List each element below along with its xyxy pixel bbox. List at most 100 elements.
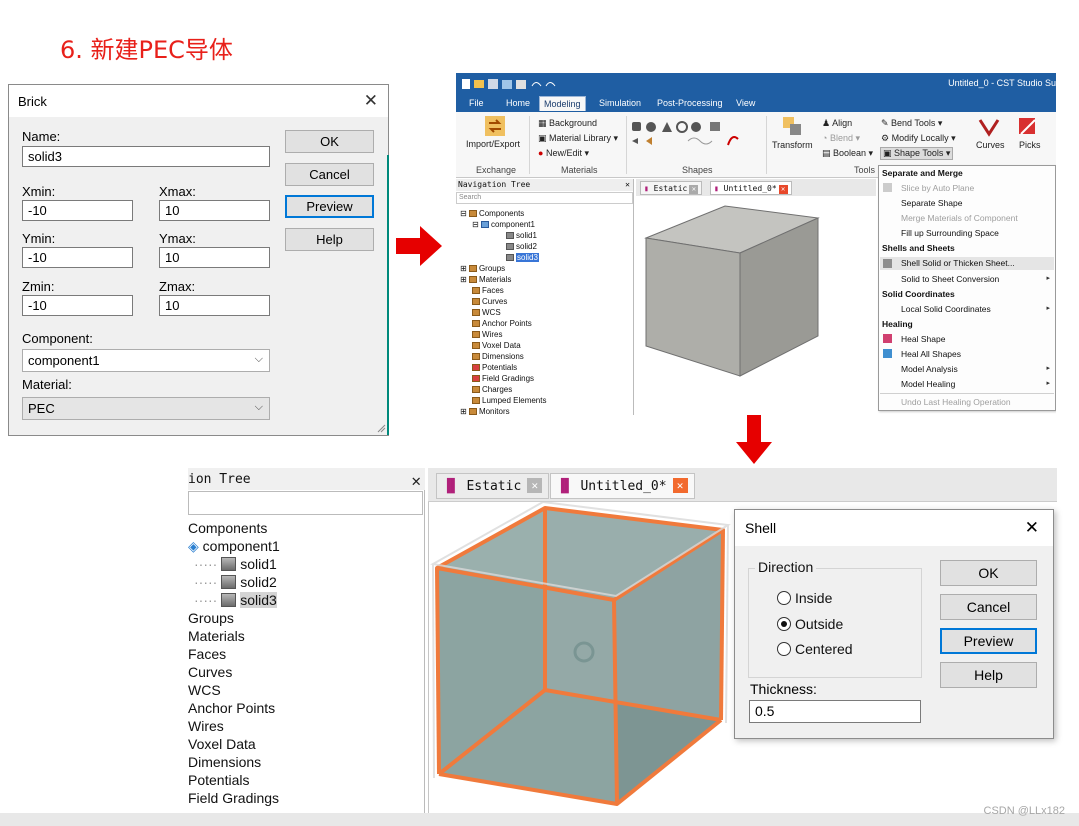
tree-node[interactable]: Components — [188, 520, 267, 536]
close-icon[interactable]: ✕ — [778, 185, 788, 194]
radio-outside[interactable]: Outside — [777, 616, 843, 632]
tree-node[interactable]: WCS — [188, 682, 221, 698]
zmax-field[interactable]: 10 — [159, 295, 270, 316]
xmax-field[interactable]: 10 — [159, 200, 270, 221]
help-button[interactable]: Help — [940, 662, 1037, 688]
tree-node[interactable]: Charges — [472, 385, 512, 394]
tree-node[interactable]: Faces — [188, 646, 226, 662]
tree-node[interactable]: ····· solid1 — [194, 556, 277, 572]
ok-button[interactable]: OK — [940, 560, 1037, 586]
tree-node[interactable]: WCS — [472, 308, 501, 317]
preview-button[interactable]: Preview — [940, 628, 1037, 654]
tree-node[interactable]: Potentials — [472, 363, 517, 372]
tree-node[interactable]: Field Gradings — [472, 374, 534, 383]
close-icon[interactable]: ✕ — [1025, 518, 1039, 538]
menu-item-heal-shape[interactable]: Heal Shape — [901, 334, 945, 344]
radio-inside[interactable]: Inside — [777, 590, 832, 606]
menu-item-fill[interactable]: Fill up Surrounding Space — [901, 228, 999, 238]
background-button[interactable]: ▦ Background — [538, 118, 597, 129]
tree-node[interactable]: Curves — [472, 297, 507, 306]
xmin-field[interactable]: -10 — [22, 200, 133, 221]
tree-node[interactable]: ····· solid3 — [194, 592, 277, 608]
menu-item-local-solid[interactable]: Local Solid Coordinates — [901, 304, 991, 314]
tab-home[interactable]: Home — [506, 98, 530, 108]
tree-node[interactable]: Potentials — [188, 772, 249, 788]
curves-button[interactable]: Curves — [976, 140, 1005, 150]
material-library-button[interactable]: ▣ Material Library ▾ — [538, 133, 618, 144]
tree-node[interactable]: ····· solid2 — [194, 574, 277, 590]
radio-centered[interactable]: Centered — [777, 641, 853, 657]
tab-simulation[interactable]: Simulation — [599, 98, 641, 108]
bend-tools-button[interactable]: ✎ Bend Tools ▾ — [881, 118, 942, 129]
close-icon[interactable]: ✕ — [625, 179, 630, 191]
ok-button[interactable]: OK — [285, 130, 374, 153]
gray-cube-viewport[interactable] — [638, 196, 878, 415]
close-icon[interactable]: ✕ — [689, 185, 699, 194]
tree-node[interactable]: Curves — [188, 664, 232, 680]
material-select[interactable]: PEC ⌵ — [22, 397, 270, 420]
tree-node[interactable]: Anchor Points — [188, 700, 275, 716]
thickness-field[interactable]: 0.5 — [749, 700, 921, 723]
cancel-button[interactable]: Cancel — [285, 163, 374, 186]
tree-node[interactable]: ◈ component1 — [188, 538, 280, 555]
component-select[interactable]: component1 ⌵ — [22, 349, 270, 372]
menu-item-heal-all[interactable]: Heal All Shapes — [901, 349, 961, 359]
menu-item-slice[interactable]: Slice by Auto Plane — [901, 183, 974, 193]
search-input[interactable]: Search — [456, 192, 633, 204]
cancel-button[interactable]: Cancel — [940, 594, 1037, 620]
resize-grip-icon[interactable] — [376, 423, 386, 433]
tree-node[interactable]: ⊞ Monitors — [460, 407, 510, 415]
tree-node[interactable]: Materials — [188, 628, 245, 644]
tab-untitled[interactable]: ▐▌ Untitled_0* ✕ — [550, 473, 695, 499]
help-button[interactable]: Help — [285, 228, 374, 251]
tree-node[interactable]: Wires — [472, 330, 502, 339]
tree-node[interactable]: ⊟ Components — [460, 209, 524, 218]
tree-node[interactable]: Lumped Elements — [472, 396, 546, 405]
blend-button[interactable]: ◔ Blend ▾ — [822, 133, 860, 144]
menu-item-model-healing[interactable]: Model Healing — [901, 379, 955, 389]
ymin-field[interactable]: -10 — [22, 247, 133, 268]
search-input[interactable] — [188, 491, 423, 515]
tree-node[interactable]: ⊞ Groups — [460, 264, 505, 273]
tree-node[interactable]: Voxel Data — [472, 341, 521, 350]
tree-node[interactable]: Dimensions — [472, 352, 524, 361]
name-field[interactable]: solid3 — [22, 146, 270, 167]
tab-untitled[interactable]: ▮ Untitled_0* ✕ — [710, 181, 792, 195]
shape-tools-button[interactable]: ▣ Shape Tools ▾ — [880, 147, 954, 160]
preview-button[interactable]: Preview — [285, 195, 374, 218]
align-button[interactable]: ♟ Align — [822, 118, 852, 129]
picks-button[interactable]: Picks — [1019, 140, 1041, 150]
ymax-field[interactable]: 10 — [159, 247, 270, 268]
tab-post-processing[interactable]: Post-Processing — [657, 98, 723, 108]
tree-node[interactable]: Dimensions — [188, 754, 261, 770]
menu-item-shell-solid[interactable]: Shell Solid or Thicken Sheet... — [901, 258, 1015, 268]
tab-estatic[interactable]: ▮ Estatic ✕ — [640, 181, 703, 195]
import-export-button[interactable]: Import/Export — [466, 139, 520, 149]
tree-node[interactable]: ⊟ component1 — [472, 220, 535, 229]
tree-node[interactable]: Voxel Data — [188, 736, 256, 752]
menu-item-merge[interactable]: Merge Materials of Component — [901, 213, 1018, 223]
tree-node[interactable]: Anchor Points — [472, 319, 532, 328]
boolean-button[interactable]: ▤ Boolean ▾ — [822, 148, 873, 159]
close-icon[interactable]: ✕ — [527, 478, 543, 493]
menu-item-undo-healing[interactable]: Undo Last Healing Operation — [901, 397, 1011, 407]
tab-modeling[interactable]: Modeling — [539, 96, 586, 111]
new-edit-button[interactable]: ● New/Edit ▾ — [538, 148, 589, 159]
tree-node[interactable]: Groups — [188, 610, 234, 626]
tree-node[interactable]: Wires — [188, 718, 224, 734]
tree-node[interactable]: solid2 — [506, 242, 537, 251]
tree-node[interactable]: ⊞ Materials — [460, 275, 511, 284]
close-icon[interactable]: ✕ — [364, 91, 378, 111]
close-icon[interactable]: ✕ — [672, 478, 688, 493]
zmin-field[interactable]: -10 — [22, 295, 133, 316]
tree-node[interactable]: Field Gradings — [188, 790, 279, 806]
tree-node[interactable]: Faces — [472, 286, 504, 295]
tab-estatic[interactable]: ▐▌ Estatic ✕ — [436, 473, 550, 499]
tab-view[interactable]: View — [736, 98, 755, 108]
modify-locally-button[interactable]: ⚙ Modify Locally ▾ — [881, 133, 956, 144]
close-icon[interactable]: ✕ — [411, 469, 421, 493]
tab-file[interactable]: File — [469, 98, 484, 108]
menu-item-solid-to-sheet[interactable]: Solid to Sheet Conversion — [901, 274, 999, 284]
menu-item-separate[interactable]: Separate Shape — [901, 198, 962, 208]
transform-button[interactable]: Transform — [772, 140, 813, 150]
